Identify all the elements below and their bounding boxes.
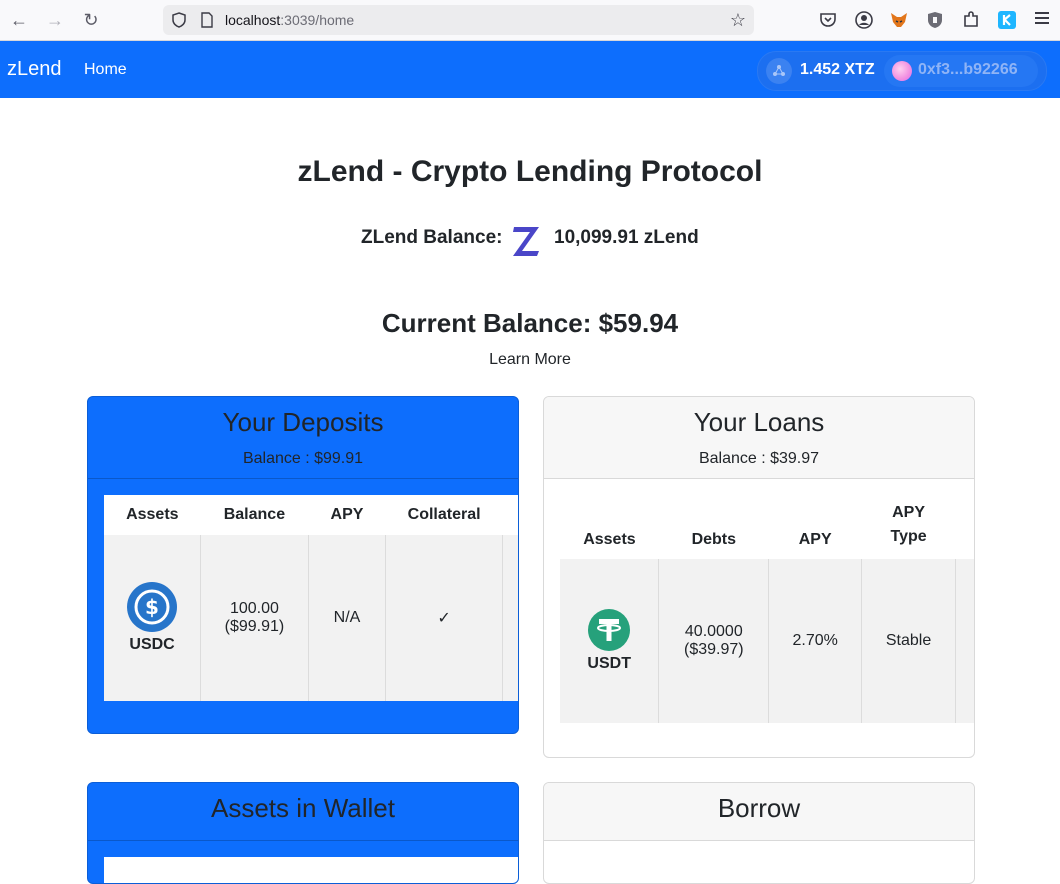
loans-title: Your Loans: [693, 407, 825, 437]
browser-toolbar: ← → ↻ localhost:3039/home ☆: [0, 0, 1060, 41]
borrow-title: Borrow: [717, 793, 801, 823]
deposits-card: Your Deposits Balance : $99.91 Assets Ba…: [87, 396, 519, 734]
apy-type-cell: Stable: [861, 559, 956, 723]
kukai-wallet-icon[interactable]: [997, 10, 1017, 30]
column-header: Debts: [658, 495, 769, 559]
asset-cell: $ USDC: [104, 535, 202, 701]
asset-name: USDC: [129, 636, 175, 653]
deposits-table-scroll[interactable]: Assets Balance APY Collateral $ USDC 100…: [104, 495, 518, 701]
loans-table: Assets Debts APY APY Type USDT 40.0000 ($3…: [560, 495, 974, 723]
zlend-balance-label: ZLend Balance:: [361, 227, 503, 248]
wallet-button[interactable]: 1.452 XTZ 0xf3...b92266: [757, 51, 1047, 91]
loans-table-scroll[interactable]: Assets Debts APY APY Type USDT 40.0000 ($3…: [560, 495, 974, 725]
debt-cell: 40.0000 ($39.97): [658, 559, 770, 723]
apy-cell: N/A: [308, 535, 387, 701]
apy-cell: 2.70%: [768, 559, 863, 723]
forward-arrow-icon[interactable]: →: [44, 9, 66, 31]
zlend-logo-icon: [513, 227, 539, 256]
borrow-card: Borrow: [543, 782, 975, 884]
column-header: APY: [308, 495, 386, 535]
nav-link-home[interactable]: Home: [84, 61, 127, 79]
wallet-assets-title: Assets in Wallet: [211, 793, 395, 823]
account-address-pill[interactable]: 0xf3...b92266: [884, 55, 1038, 87]
column-header: Assets: [104, 495, 201, 535]
usdc-icon: $: [127, 582, 178, 632]
usdt-icon: [588, 609, 631, 651]
divider: [88, 478, 518, 479]
table-row[interactable]: $ USDC 100.00 ($99.91) N/A ✓: [104, 535, 518, 701]
empty-cell: [955, 559, 974, 723]
shield-extension-icon[interactable]: [925, 10, 945, 30]
pocket-icon[interactable]: [818, 10, 838, 30]
column-header: Assets: [560, 495, 659, 559]
loans-balance: Balance : $39.97: [698, 450, 820, 467]
column-header-apy-type: APY Type: [861, 495, 956, 559]
empty-cell: [502, 535, 518, 701]
column-header: Balance: [200, 495, 309, 535]
column-header: Collateral: [385, 495, 503, 535]
zlend-balance-value: 10,099.91 zLend: [554, 227, 699, 248]
wallet-assets-card: Assets in Wallet: [87, 782, 519, 884]
extensions-puzzle-icon[interactable]: [961, 10, 981, 30]
current-balance: Current Balance: $59.94: [381, 308, 679, 338]
brand-logo[interactable]: zLend: [7, 58, 62, 81]
learn-more-link[interactable]: Learn More: [0, 351, 1060, 369]
url-text[interactable]: localhost:3039/home: [225, 12, 354, 28]
asset-cell: USDT: [560, 559, 660, 723]
balance-cell: 100.00 ($99.91): [200, 535, 309, 701]
svg-text:$: $: [145, 595, 159, 619]
network-icon: [766, 58, 792, 84]
asset-name: USDT: [587, 655, 631, 672]
bookmark-star-icon[interactable]: ☆: [730, 10, 746, 31]
address-bar[interactable]: localhost:3039/home ☆: [163, 5, 754, 35]
table-row[interactable]: USDT 40.0000 ($39.97) 2.70% Stable: [560, 559, 974, 723]
hamburger-menu-icon[interactable]: [1035, 12, 1049, 24]
app-navbar: zLend Home 1.452 XTZ 0xf3...b92266: [0, 41, 1060, 98]
loans-card: Your Loans Balance : $39.97 Assets Debts…: [543, 396, 975, 758]
avatar: [892, 61, 912, 81]
back-arrow-icon[interactable]: ←: [8, 9, 30, 31]
deposits-title: Your Deposits: [222, 407, 384, 437]
page-title: zLend - Crypto Lending Protocol: [297, 155, 763, 188]
account-icon[interactable]: [854, 10, 874, 30]
column-header: APY: [768, 495, 862, 559]
deposits-balance: Balance : $99.91: [242, 450, 364, 467]
deposits-table: Assets Balance APY Collateral $ USDC 100…: [104, 495, 518, 701]
zlend-balance-row: ZLend Balance: 10,099.91 zLend: [0, 222, 1060, 262]
metamask-fox-icon[interactable]: [889, 10, 909, 30]
collateral-check[interactable]: ✓: [385, 535, 503, 701]
divider: [88, 840, 518, 841]
shield-icon[interactable]: [172, 12, 186, 28]
account-address: 0xf3...b92266: [918, 61, 1018, 78]
column-header-empty: [502, 495, 518, 535]
page-info-icon[interactable]: [200, 12, 214, 28]
xtz-balance: 1.452 XTZ: [800, 61, 875, 78]
reload-icon[interactable]: ↻: [80, 9, 102, 31]
column-header-empty: [955, 495, 974, 559]
wallet-assets-table: [104, 857, 518, 883]
